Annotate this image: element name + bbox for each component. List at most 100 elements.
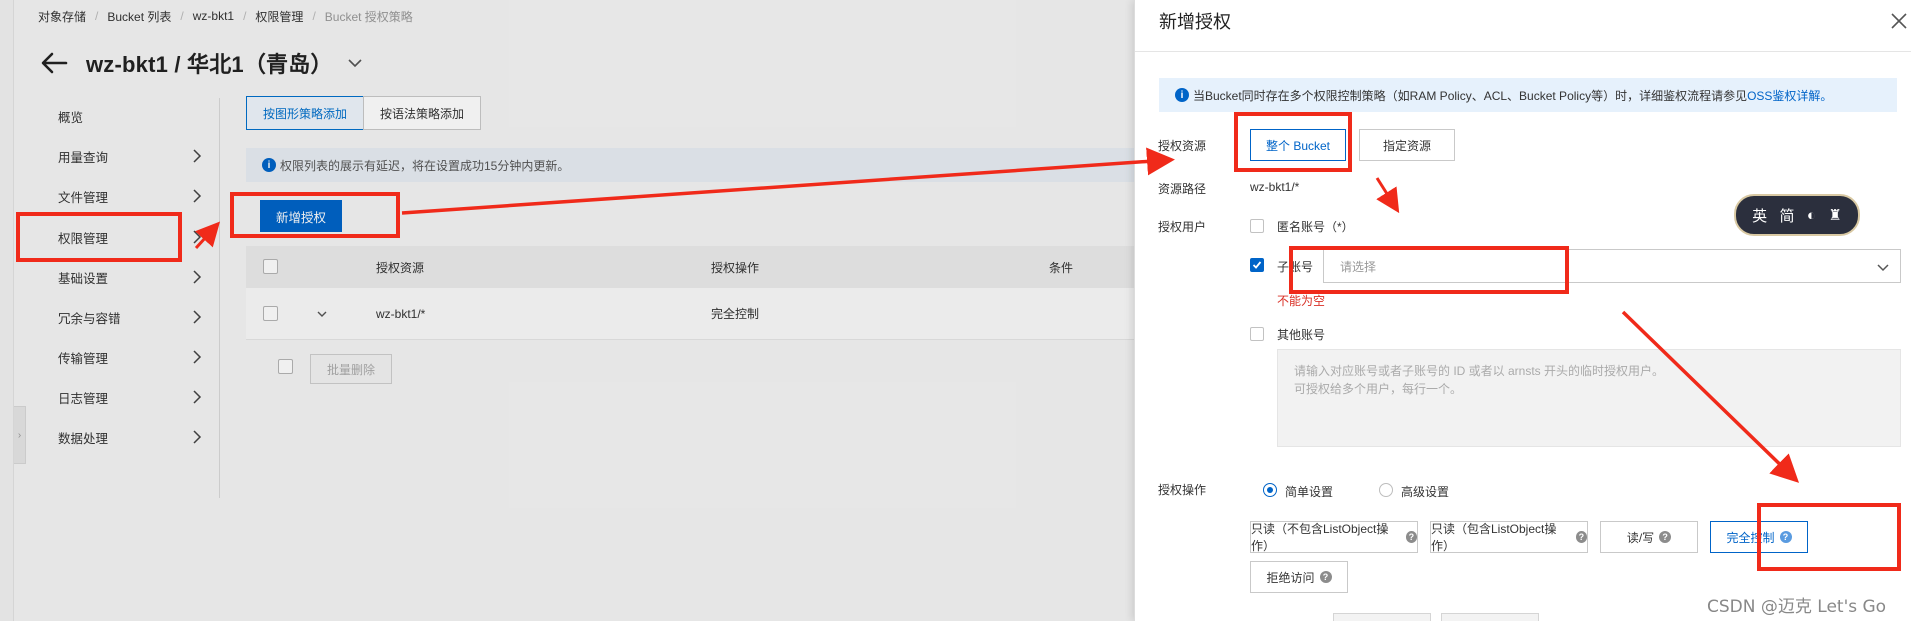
policy-mode-tabs: 按图形策略添加 按语法策略添加 — [246, 96, 482, 130]
select-all-checkbox[interactable] — [263, 259, 278, 274]
table-header: 授权资源 授权操作 条件 — [246, 246, 1134, 288]
sub-account-checkbox[interactable] — [1250, 258, 1264, 272]
permission-label: 只读（包含ListObject操作） — [1431, 522, 1557, 553]
sidebar-item-label: 传输管理 — [58, 351, 109, 366]
sidebar-item-overview[interactable]: 概览 — [14, 98, 220, 134]
chevron-right-icon — [193, 310, 202, 324]
sidebar-item-label: 用量查询 — [58, 150, 109, 165]
notice-bar: i 权限列表的展示有延迟，将在设置成功15分钟内更新。 — [246, 148, 1134, 182]
info-alert: i 当Bucket同时存在多个权限控制策略（如RAM Policy、ACL、Bu… — [1159, 78, 1897, 112]
chevron-right-icon — [193, 230, 202, 244]
lang-option[interactable]: 简 — [1780, 205, 1795, 226]
users-label: 授权用户 — [1158, 220, 1207, 234]
sidebar-item-data-processing[interactable]: 数据处理 — [14, 419, 220, 455]
specific-resource-option[interactable]: 指定资源 — [1359, 129, 1455, 161]
expand-chevron-icon[interactable] — [316, 308, 328, 320]
chevron-down-icon — [1877, 264, 1889, 272]
batch-select-checkbox[interactable] — [278, 359, 293, 374]
sidebar-item-redundancy[interactable]: 冗余与容错 — [14, 299, 220, 335]
error-message: 不能为空 — [1277, 294, 1326, 308]
moon-icon[interactable]: ◐ — [1807, 207, 1816, 224]
policy-table: 授权资源 授权操作 条件 wz-bkt1/* 完全控制 — [246, 246, 1134, 340]
tab-syntax-policy[interactable]: 按语法策略添加 — [363, 96, 482, 130]
chevron-right-icon — [193, 189, 202, 203]
drawer-title: 新增授权 — [1159, 12, 1231, 32]
close-icon[interactable] — [1888, 10, 1910, 32]
sidebar-item-label: 冗余与容错 — [58, 311, 121, 326]
permission-label: 读/写 — [1626, 530, 1655, 545]
batch-delete-button[interactable]: 批量删除 — [310, 354, 392, 384]
sidebar-item-files[interactable]: 文件管理 — [14, 178, 220, 214]
watermark: CSDN @迈克 Let's Go — [1707, 597, 1887, 617]
path-value: wz-bkt1/* — [1250, 180, 1300, 194]
highlight-full-control — [1757, 503, 1901, 571]
highlight-whole-bucket — [1234, 112, 1352, 172]
anonymous-label: 匿名账号（*） — [1277, 220, 1354, 234]
chevron-right-icon: › — [17, 429, 22, 441]
deny-access-button[interactable]: 拒绝访问? — [1250, 561, 1348, 593]
other-account-textarea[interactable]: 请输入对应账号或者子账号的 ID 或者以 arnsts 开头的临时授权用户。 可… — [1277, 349, 1901, 447]
row-operation: 完全控制 — [711, 307, 760, 321]
breadcrumb: 对象存储 / Bucket 列表 / wz-bkt1/ 权限管理 / Bucket 授… — [38, 8, 413, 25]
row-resource: wz-bkt1/* — [376, 306, 426, 321]
breadcrumb-current: Bucket 授权策略 — [324, 9, 413, 24]
highlight-permissions-menu — [16, 212, 182, 262]
read-only-with-list-button[interactable]: 只读（包含ListObject操作）? — [1430, 521, 1588, 553]
sidebar-item-transfer[interactable]: 传输管理 — [14, 339, 220, 375]
alert-link[interactable]: OSS鉴权详解。 — [1747, 87, 1832, 104]
sidebar: 概览 用量查询 文件管理 权限管理 基础设置 冗余与容错 传输管理 日志管理 数… — [14, 98, 220, 498]
back-arrow-icon[interactable] — [40, 51, 68, 75]
tab-graphic-policy[interactable]: 按图形策略添加 — [246, 96, 365, 130]
chevron-right-icon — [193, 430, 202, 444]
shirt-icon[interactable]: ♜ — [1828, 206, 1841, 224]
chevron-right-icon — [193, 390, 202, 404]
resource-label: 授权资源 — [1158, 139, 1207, 153]
chevron-right-icon — [193, 270, 202, 284]
column-header: 授权操作 — [711, 260, 760, 275]
anonymous-checkbox[interactable] — [1250, 219, 1264, 233]
lang-option[interactable]: 英 — [1752, 205, 1767, 226]
breadcrumb-item[interactable]: wz-bkt1 — [193, 9, 234, 23]
page-edge — [0, 0, 14, 621]
sidebar-item-label: 文件管理 — [58, 190, 109, 205]
advanced-mode-label: 高级设置 — [1401, 485, 1450, 499]
breadcrumb-item[interactable]: 权限管理 — [255, 8, 303, 25]
sidebar-item-basic-settings[interactable]: 基础设置 — [14, 259, 220, 295]
read-only-no-list-button[interactable]: 只读（不包含ListObject操作）? — [1250, 521, 1418, 553]
other-account-label: 其他账号 — [1277, 328, 1326, 342]
main-page: 对象存储 / Bucket 列表 / wz-bkt1/ 权限管理 / Bucket 授… — [14, 0, 1134, 621]
help-icon[interactable]: ? — [1319, 571, 1332, 583]
help-icon[interactable]: ? — [1659, 531, 1672, 543]
sidebar-item-label: 日志管理 — [58, 391, 109, 406]
page-title: wz-bkt1 / 华北1（青岛） — [86, 52, 333, 77]
confirm-button[interactable] — [1333, 613, 1431, 621]
permission-label: 拒绝访问 — [1266, 570, 1315, 585]
other-account-checkbox[interactable] — [1250, 327, 1264, 341]
sidebar-item-label: 数据处理 — [58, 431, 109, 446]
textarea-placeholder: 请输入对应账号或者子账号的 ID 或者以 arnsts 开头的临时授权用户。 — [1294, 364, 1665, 378]
language-switch-widget[interactable]: 英 简 ◐ ♜ — [1734, 194, 1860, 236]
row-checkbox[interactable] — [263, 306, 278, 321]
sidebar-item-usage[interactable]: 用量查询 — [14, 138, 220, 174]
breadcrumb-item[interactable]: 对象存储 — [38, 8, 86, 25]
cancel-button[interactable] — [1441, 613, 1539, 621]
textarea-placeholder: 可授权给多个用户，每行一个。 — [1294, 382, 1463, 396]
help-icon[interactable]: ? — [1575, 531, 1587, 543]
permission-label: 只读（不包含ListObject操作） — [1251, 522, 1389, 553]
operation-label: 授权操作 — [1158, 483, 1207, 497]
help-icon[interactable]: ? — [1405, 531, 1417, 543]
chevron-down-icon[interactable] — [347, 55, 363, 71]
read-write-button[interactable]: 读/写? — [1600, 521, 1698, 553]
column-header: 授权资源 — [376, 260, 425, 275]
simple-mode-radio[interactable] — [1263, 483, 1277, 497]
sidebar-item-label: 概览 — [58, 110, 84, 125]
highlight-sub-account — [1289, 246, 1569, 294]
sidebar-collapse-handle[interactable]: › — [14, 406, 26, 464]
breadcrumb-item[interactable]: Bucket 列表 — [107, 8, 171, 25]
alert-text: 当Bucket同时存在多个权限控制策略（如RAM Policy、ACL、Buck… — [1193, 88, 1748, 103]
simple-mode-label: 简单设置 — [1285, 485, 1334, 499]
chevron-right-icon — [193, 350, 202, 364]
drawer-header: 新增授权 — [1135, 0, 1911, 52]
advanced-mode-radio[interactable] — [1379, 483, 1393, 497]
sidebar-item-logs[interactable]: 日志管理 — [14, 379, 220, 415]
